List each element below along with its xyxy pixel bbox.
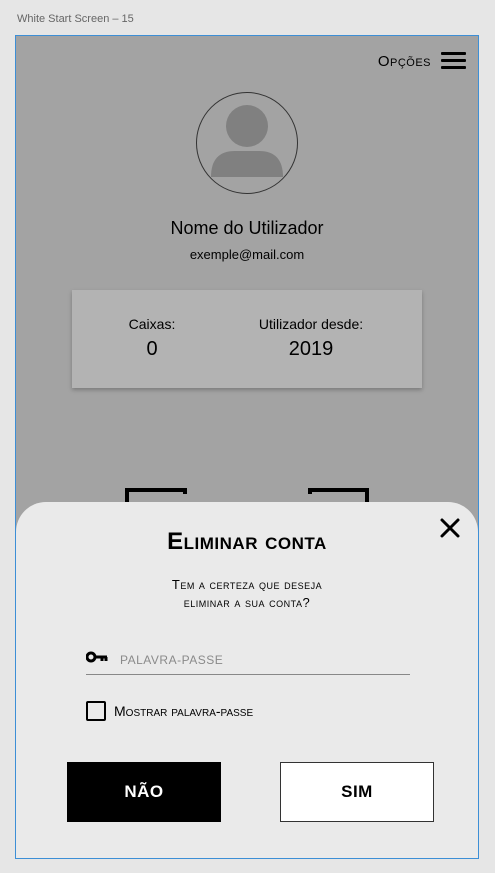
app-screen: Opções Nome do Utilizador exemple@mail.c…	[15, 35, 479, 859]
no-button[interactable]: NÃO	[67, 762, 221, 822]
member-since-label: Utilizador desde:	[258, 316, 364, 332]
boxes-label: Caixas:	[128, 316, 176, 332]
yes-button[interactable]: SIM	[280, 762, 434, 822]
user-avatar-icon	[196, 92, 298, 194]
show-password-checkbox[interactable]	[86, 701, 106, 721]
hamburger-icon	[441, 52, 466, 70]
password-field-row	[85, 648, 412, 675]
user-name: Nome do Utilizador	[170, 218, 324, 238]
member-since-value: 2019	[288, 338, 334, 360]
dialog-message: Tem a certeza que deseja eliminar a sua …	[16, 576, 478, 612]
dialog-message-line-1: Tem a certeza que deseja	[171, 577, 323, 592]
member-since-stat: Utilizador desde: 2019	[242, 316, 380, 361]
show-password-toggle[interactable]: Mostrar palavra-passe	[86, 701, 253, 721]
delete-account-dialog: Eliminar conta Tem a certeza que deseja …	[16, 502, 478, 858]
artboard-label: White Start Screen – 15	[17, 13, 134, 25]
stats-card: Caixas: 0 Utilizador desde: 2019	[72, 290, 422, 388]
options-menu-button[interactable]: Opções	[378, 52, 466, 70]
user-email: exemple@mail.com	[189, 247, 305, 262]
boxes-value: 0	[146, 338, 158, 360]
password-input[interactable]	[118, 648, 412, 672]
boxes-stat: Caixas: 0	[102, 316, 202, 361]
show-password-label: Mostrar palavra-passe	[114, 703, 254, 719]
options-menu-label: Opções	[377, 52, 431, 70]
key-icon	[85, 651, 108, 670]
dialog-title: Eliminar conta	[167, 528, 327, 555]
dialog-message-line-2: eliminar a sua conta?	[183, 595, 311, 610]
